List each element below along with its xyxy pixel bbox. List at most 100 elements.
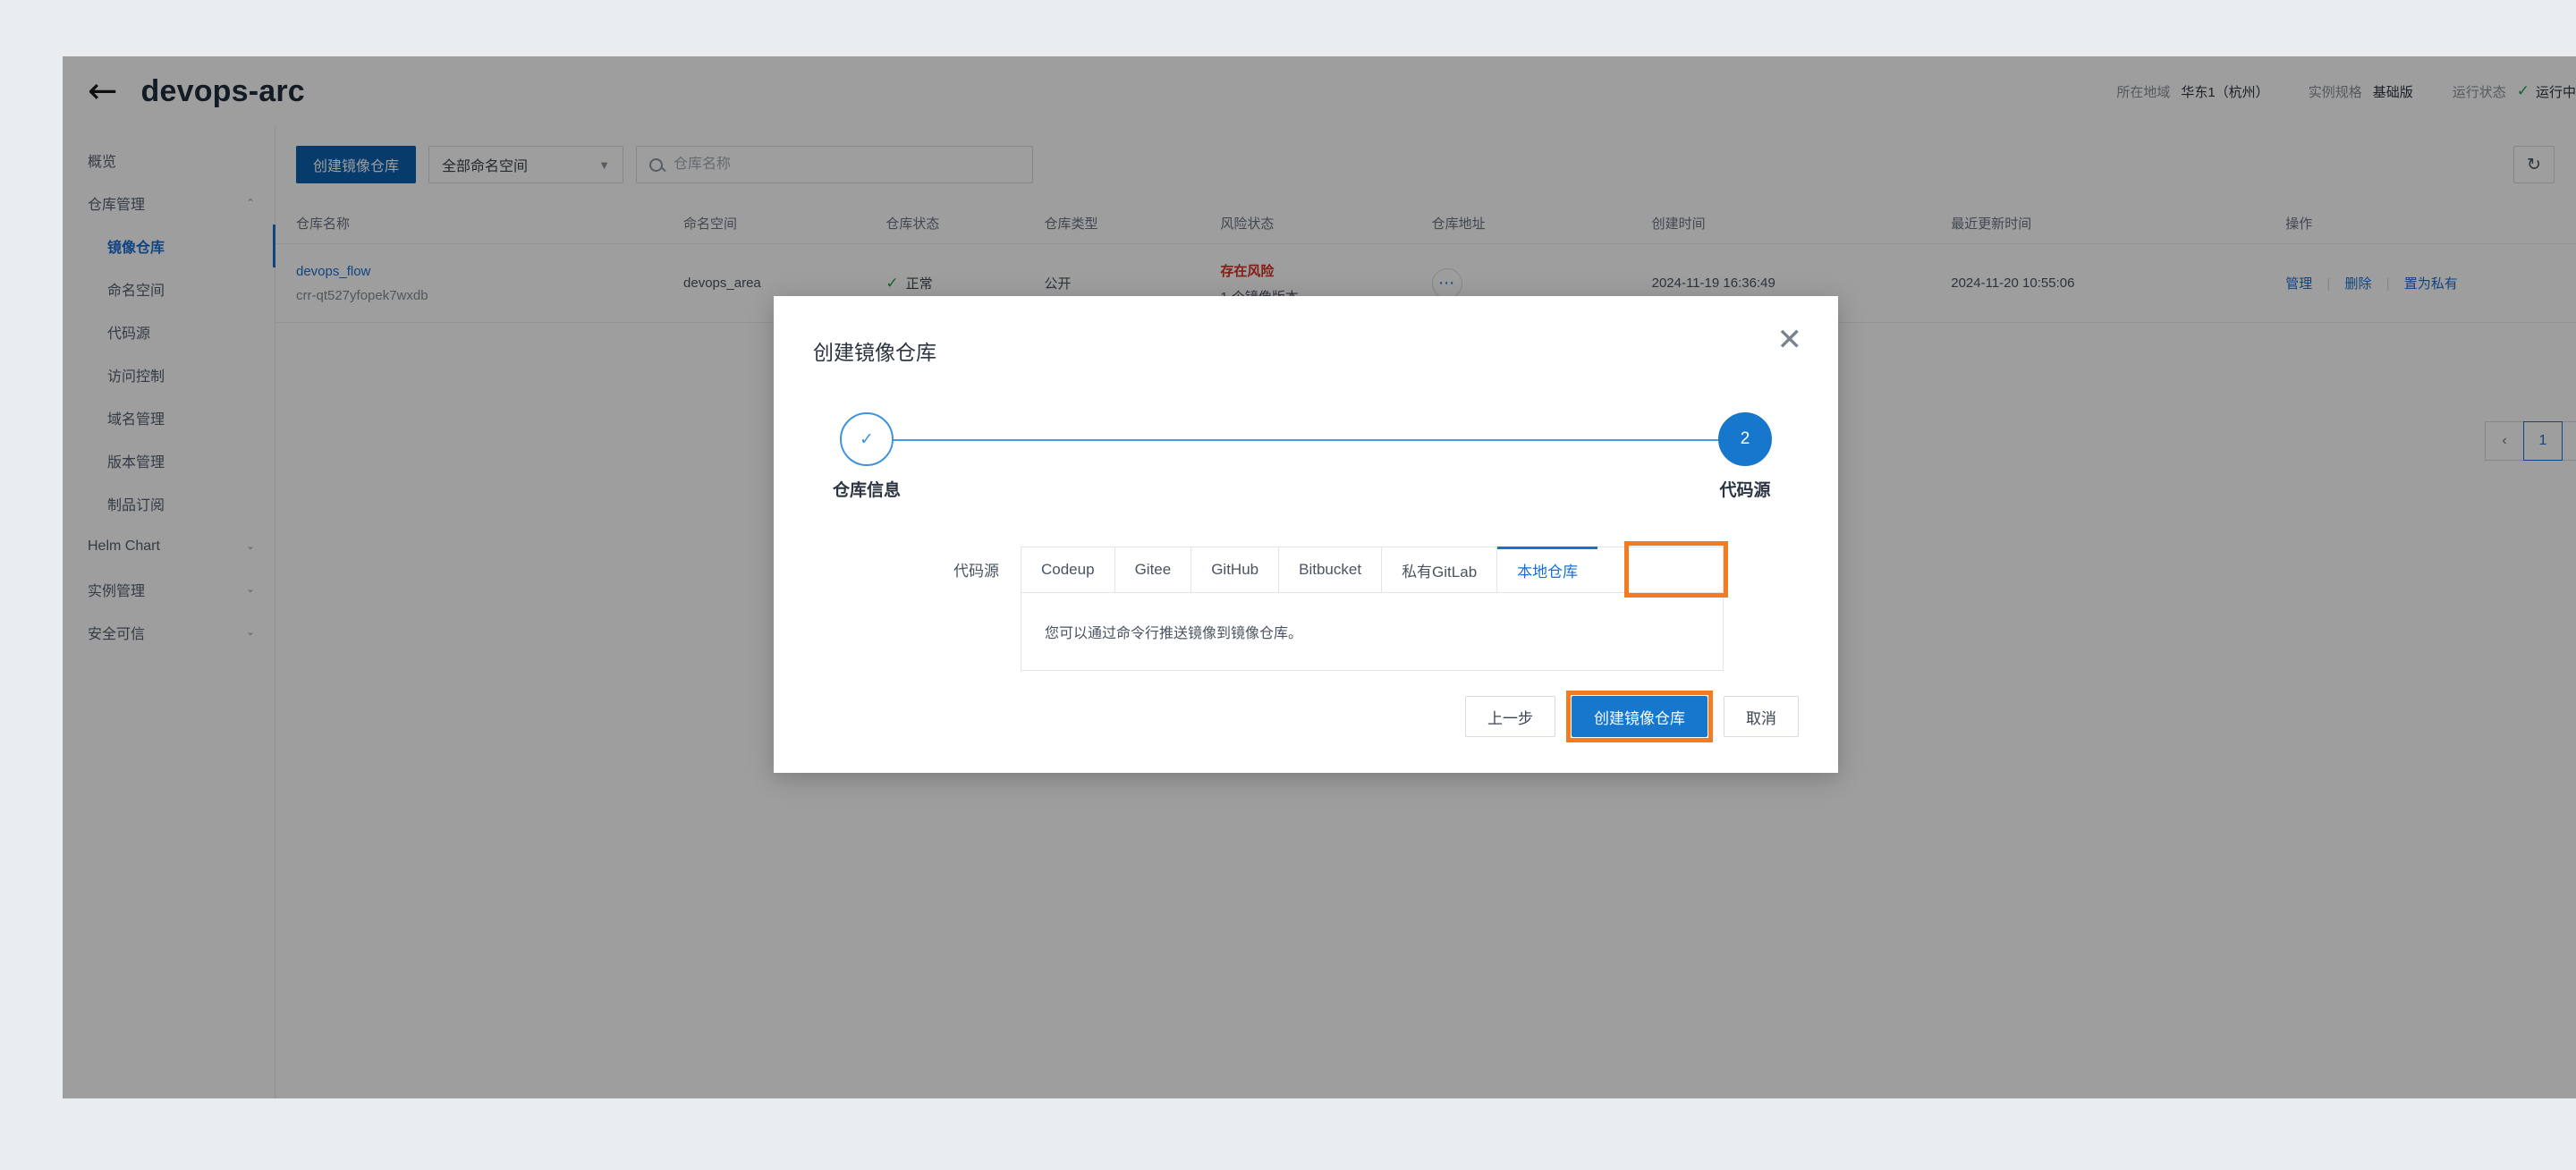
chevron-up-icon: ⌄ — [245, 196, 255, 208]
code-source-tabs-wrapper: Codeup Gitee GitHub Bitbucket 私有GitLab 本地仓库 您… — [1021, 541, 1728, 671]
sidebar-item-label: 代码源 — [107, 326, 151, 342]
pagination-next-button[interactable]: › — [2562, 421, 2576, 461]
status-text: 正常 — [905, 276, 933, 292]
search-icon — [649, 157, 663, 172]
sidebar-item-label: 版本管理 — [107, 455, 165, 471]
tab-bitbucket[interactable]: Bitbucket — [1279, 547, 1383, 592]
chevron-down-icon: ⌄ — [245, 539, 255, 552]
toolbar: 创建镜像仓库 全部命名空间 ▼ ↻ — [276, 146, 2576, 183]
more-dots-icon[interactable]: ⋯ — [1431, 267, 1462, 299]
step-2-label: 代码源 — [1719, 481, 1771, 500]
op-set-private-link[interactable]: 置为私有 — [2404, 276, 2458, 292]
meta-region: 所在地域 华东1（杭州） — [2116, 82, 2268, 101]
chevron-down-icon: ⌄ — [245, 582, 255, 595]
namespace-select[interactable]: 全部命名空间 ▼ — [428, 146, 623, 183]
submit-button-wrapper: 创建镜像仓库 — [1566, 691, 1713, 742]
step-1-marker: ✓ — [840, 412, 894, 466]
meta-run-status-text: 运行中 — [2535, 84, 2576, 100]
meta-spec: 实例规格 基础版 — [2309, 82, 2413, 101]
meta-run-status-label: 运行状态 — [2452, 84, 2506, 100]
sidebar-item-label: 制品订阅 — [107, 498, 165, 513]
page-header: ← devops-arc 所在地域 华东1（杭州） 实例规格 基础版 运行状态 … — [63, 56, 2576, 126]
back-arrow-icon[interactable]: ← — [88, 73, 118, 109]
col-header-status: 仓库状态 — [886, 216, 940, 232]
step-1[interactable]: ✓ 仓库信息 — [813, 412, 920, 501]
meta-region-value: 华东1（杭州） — [2181, 84, 2269, 100]
sidebar-item-安全可信[interactable]: 安全可信 ⌄ — [63, 611, 275, 654]
cancel-button[interactable]: 取消 — [1724, 696, 1799, 737]
sidebar-item-label: Helm Chart — [88, 538, 160, 554]
create-repository-submit-button[interactable]: 创建镜像仓库 — [1572, 696, 1707, 737]
meta-run-status: 运行状态 ✓ 运行中 — [2453, 82, 2576, 101]
step-indicator: ✓ 仓库信息 2 代码源 — [813, 412, 1799, 500]
sidebar-item-helm-chart[interactable]: Helm Chart ⌄ — [63, 525, 275, 568]
chevron-down-icon: ▼ — [598, 157, 610, 172]
status-badge: ✓ 正常 — [886, 274, 1044, 292]
search-input[interactable] — [674, 157, 1020, 173]
pagination: ‹ 1 › — [2485, 421, 2576, 461]
step-2-marker: 2 — [1718, 412, 1772, 466]
sidebar-item-仓库管理[interactable]: 仓库管理 ⌄ — [63, 182, 275, 225]
close-icon[interactable]: ✕ — [1777, 325, 1803, 355]
pagination-prev-button[interactable]: ‹ — [2485, 421, 2524, 461]
sidebar-item-命名空间[interactable]: 命名空间 — [63, 267, 275, 310]
sidebar-item-镜像仓库[interactable]: 镜像仓库 — [63, 225, 275, 267]
previous-step-button[interactable]: 上一步 — [1465, 696, 1555, 737]
tab-github[interactable]: GitHub — [1191, 547, 1280, 592]
repo-name-link[interactable]: devops_flow — [296, 264, 683, 279]
meta-run-status-value: ✓ 运行中 — [2517, 82, 2576, 101]
cell-status: ✓ 正常 — [886, 274, 1044, 292]
sidebar-item-代码源[interactable]: 代码源 — [63, 310, 275, 353]
cell-address: ⋯ — [1431, 267, 1652, 299]
code-source-form-row: 代码源 Codeup Gitee GitHub Bitbucket 私有GitLab 本地… — [813, 541, 1728, 671]
check-icon: ✓ — [2516, 82, 2529, 99]
code-source-tabs: Codeup Gitee GitHub Bitbucket 私有GitLab 本地仓库 — [1021, 547, 1724, 592]
sidebar-item-label: 实例管理 — [88, 584, 146, 599]
col-header-risk: 风险状态 — [1220, 216, 1275, 232]
step-1-label: 仓库信息 — [832, 481, 901, 500]
sidebar-item-label: 镜像仓库 — [107, 241, 165, 256]
repo-id-text: crr-qt527yfopek7wxdb — [296, 287, 428, 303]
step-2[interactable]: 2 代码源 — [1691, 412, 1799, 501]
search-box[interactable] — [636, 146, 1033, 183]
step-connector-line — [869, 439, 1743, 441]
refresh-icon: ↻ — [2527, 155, 2541, 174]
tab-gitee[interactable]: Gitee — [1114, 547, 1192, 592]
refresh-button[interactable]: ↻ — [2513, 146, 2555, 183]
col-header-namespace: 命名空间 — [683, 216, 738, 232]
tab-私有gitlab[interactable]: 私有GitLab — [1382, 547, 1498, 592]
create-repository-button[interactable]: 创建镜像仓库 — [296, 146, 416, 183]
cell-update-time: 2024-11-20 10:55:06 — [1951, 276, 2075, 291]
op-separator: | — [2385, 276, 2390, 292]
sidebar-item-label: 仓库管理 — [88, 198, 146, 213]
code-source-panel-text: 您可以通过命令行推送镜像到镜像仓库。 — [1045, 626, 1303, 641]
sidebar-item-访问控制[interactable]: 访问控制 — [63, 353, 275, 396]
meta-spec-value: 基础版 — [2372, 84, 2413, 100]
op-separator: | — [2326, 276, 2331, 292]
cell-operations: 管理 | 删除 | 置为私有 — [2285, 274, 2576, 292]
col-header-create: 创建时间 — [1651, 216, 1706, 232]
meta-spec-label: 实例规格 — [2308, 84, 2362, 100]
pagination-page-1[interactable]: 1 — [2523, 421, 2563, 461]
op-manage-link[interactable]: 管理 — [2285, 276, 2312, 292]
sidebar-item-制品订阅[interactable]: 制品订阅 — [63, 482, 275, 525]
browser-viewport: ← devops-arc 所在地域 华东1（杭州） 实例规格 基础版 运行状态 … — [63, 56, 2576, 1098]
sidebar-item-概览[interactable]: 概览 — [63, 139, 275, 182]
sidebar-item-label: 命名空间 — [107, 284, 165, 299]
header-meta: 所在地域 华东1（杭州） 实例规格 基础版 运行状态 ✓ 运行中 — [2077, 82, 2576, 101]
sidebar-item-版本管理[interactable]: 版本管理 — [63, 439, 275, 482]
cell-repo-name: devops_flow crr-qt527yfopek7wxdb — [296, 264, 683, 303]
tab-codeup[interactable]: Codeup — [1021, 547, 1115, 592]
sidebar-active-indicator — [273, 225, 275, 267]
cell-create-time: 2024-11-19 16:36:49 — [1651, 276, 1775, 291]
table-header-row: 仓库名称 命名空间 仓库状态 仓库类型 风险状态 仓库地址 创建时间 最近更新时… — [276, 203, 2576, 244]
sidebar-item-实例管理[interactable]: 实例管理 ⌄ — [63, 568, 275, 611]
sidebar-item-域名管理[interactable]: 域名管理 — [63, 396, 275, 439]
op-delete-link[interactable]: 删除 — [2345, 276, 2372, 292]
code-source-label: 代码源 — [953, 563, 999, 580]
tab-本地仓库[interactable]: 本地仓库 — [1497, 547, 1598, 592]
dialog-footer: 上一步 创建镜像仓库 取消 — [1465, 691, 1799, 742]
dialog-title: 创建镜像仓库 — [813, 341, 936, 364]
col-header-update: 最近更新时间 — [1951, 216, 2032, 232]
namespace-select-value: 全部命名空间 — [442, 159, 529, 174]
